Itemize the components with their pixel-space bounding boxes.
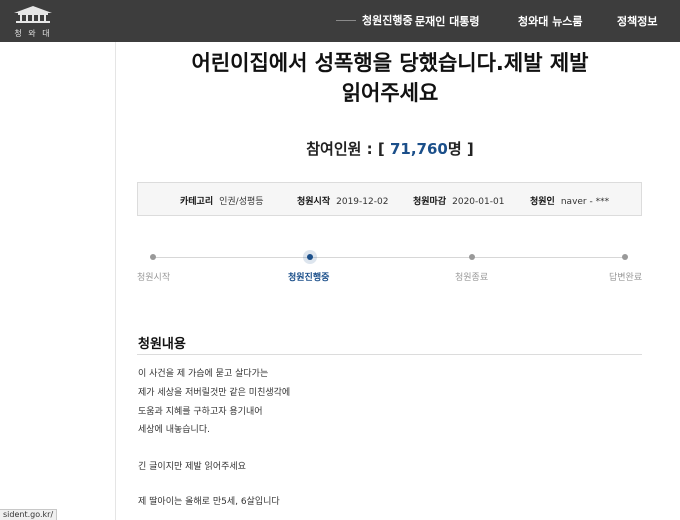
participants-unit: 명 ] [447, 140, 474, 158]
timeline-step-closed: 청원종료 [455, 273, 489, 283]
timeline-step-start: 청원시작 [137, 273, 171, 283]
info-end-label: 청원마감 [413, 197, 447, 207]
timeline-dot-in-progress [307, 254, 313, 260]
content-line: 도움과 지혜를 구하고자 용기내어 [138, 407, 263, 417]
content-divider [137, 354, 642, 355]
nav-item-newsroom[interactable]: 청와대 뉴스룸 [518, 13, 583, 29]
content-line: 긴 글이지만 제발 읽어주세요 [138, 462, 246, 472]
content-line: 제 딸아이는 올해로 만5세, 6살입니다 [138, 497, 280, 507]
timeline-step-in-progress: 청원진행중 [288, 273, 330, 283]
info-author-label: 청원인 [530, 197, 555, 207]
timeline-step-answered: 답변완료 [609, 273, 643, 283]
status-bar-url: sident.go.kr/ [0, 509, 58, 520]
petition-info-box: 카테고리 인권/성평등 청원시작 2019-12-02 청원마감 2020-01-01… [137, 182, 642, 216]
content-line: 제가 세상을 저버릴것만 같은 미친생각에 [138, 388, 291, 398]
sidebar-divider [115, 42, 116, 520]
info-start-label: 청원시작 [297, 197, 331, 207]
nav-item-policy[interactable]: 정책정보 [617, 13, 657, 29]
info-category: 카테고리 인권/성평등 [180, 194, 264, 207]
status-text: 청원진행중 [362, 14, 413, 27]
petition-title: 어린이집에서 성폭행을 당했습니다.제발 제발 읽어주세요 [130, 48, 650, 108]
blue-house-building-icon [14, 6, 52, 23]
info-start-value: 2019-12-02 [336, 197, 389, 207]
petition-title-line-2: 읽어주세요 [341, 81, 439, 105]
info-end-value: 2020-01-01 [452, 197, 505, 207]
status-dash [336, 19, 356, 21]
blue-house-logo[interactable]: 청 와 대 [8, 4, 58, 38]
timeline-line [153, 257, 625, 258]
timeline-dot-start [150, 254, 156, 260]
participants-value: 71,760 [389, 140, 448, 158]
info-start: 청원시작 2019-12-02 [297, 194, 388, 207]
timeline-dot-answered [622, 254, 628, 260]
timeline-dot-closed [469, 254, 475, 260]
petition-status-label: 청원진행중 [336, 12, 413, 28]
content-line: 세상에 내놓습니다. [138, 425, 210, 435]
nav-item-president[interactable]: 문재인 대통령 [415, 13, 480, 29]
info-author-value: naver - *** [560, 197, 610, 207]
participants-label: 참여인원 : [ [306, 140, 385, 158]
content-line: 이 사건을 제 가슴에 묻고 살다가는 [138, 369, 269, 379]
petition-title-line-1: 어린이집에서 성폭행을 당했습니다.제발 제발 [191, 51, 589, 75]
info-author: 청원인 naver - *** [530, 194, 609, 207]
info-end: 청원마감 2020-01-01 [413, 194, 504, 207]
info-category-label: 카테고리 [180, 197, 214, 207]
content-heading: 청원내용 [138, 337, 186, 352]
info-category-value: 인권/성평등 [219, 197, 264, 207]
logo-text: 청 와 대 [14, 29, 52, 38]
participant-count: 참여인원 : [ 71,760명 ] [130, 138, 650, 159]
